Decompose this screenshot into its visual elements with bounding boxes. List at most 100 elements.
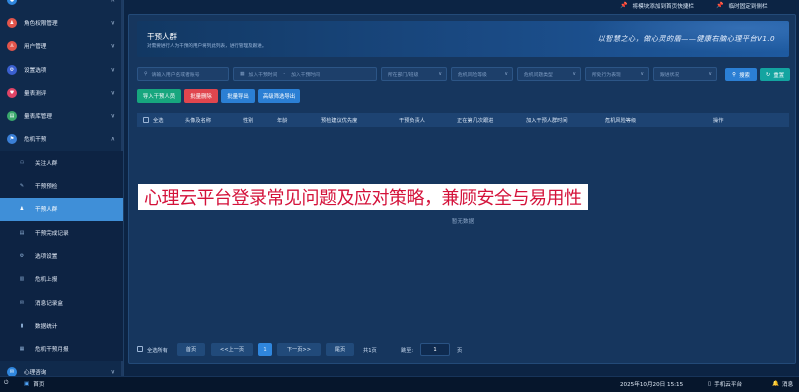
sidebar-item-label: 设置选项 bbox=[24, 67, 47, 74]
select-all-pages-checkbox[interactable] bbox=[137, 346, 143, 353]
table-header: 全选 头像及名称 性别 年龄 预检建议优先度 干预负责人 正在第几次跟进 加入干… bbox=[137, 113, 789, 127]
col-priority: 预检建议优先度 bbox=[321, 118, 358, 124]
sidebar-item-label: 干预完成记录 bbox=[35, 230, 69, 237]
chevron-icon: ∨ bbox=[110, 19, 115, 27]
crisis-icon: ⚑ bbox=[7, 134, 17, 145]
total-pages: 共1页 bbox=[363, 348, 377, 354]
message-box-icon: ✉ bbox=[19, 299, 25, 306]
sidebar-item[interactable]: ♟ 干预人群 bbox=[0, 197, 123, 221]
sidebar-item[interactable]: ●∧ bbox=[0, 0, 123, 11]
col-avatar-name: 头像及名称 bbox=[185, 118, 211, 124]
col-select-all: 全选 bbox=[153, 118, 164, 124]
empty-state-text: 暂无数据 bbox=[451, 219, 475, 225]
sidebar-item[interactable]: ✉ 消息记录盒 bbox=[0, 290, 123, 315]
col-actions: 操作 bbox=[713, 118, 724, 124]
search-input[interactable]: ⚲ 请输入用户名或者账号 bbox=[137, 67, 229, 81]
calendar-icon: ▦ bbox=[240, 71, 245, 77]
counseling-icon: ✉ bbox=[7, 367, 17, 376]
import-button[interactable]: 导入干预人员 bbox=[137, 89, 181, 103]
batch-delete-button[interactable]: 批量删除 bbox=[184, 89, 218, 103]
sidebar-item[interactable]: ⚙ 选项设置 bbox=[0, 244, 123, 268]
search-icon: ⚲ bbox=[732, 71, 737, 78]
sidebar-item[interactable]: ♟ 角色权限管理 ∨ bbox=[0, 11, 123, 34]
col-follow-count: 正在第几次跟进 bbox=[457, 118, 494, 124]
sidebar-item-label: 消息记录盒 bbox=[35, 300, 63, 307]
col-age: 年龄 bbox=[277, 118, 288, 124]
intervention-group-icon: ♟ bbox=[19, 206, 25, 213]
sidebar-item-label: 量表测评 bbox=[24, 90, 47, 97]
monitor-icon: ▣ bbox=[24, 381, 30, 387]
search-placeholder: 请输入用户名或者账号 bbox=[151, 72, 200, 78]
taskbar-home[interactable]: ▣ 首页 bbox=[24, 380, 45, 388]
department-select[interactable]: 所在部门/班级 ∨ bbox=[381, 67, 447, 81]
sidebar-item[interactable]: ✉ 心理咨询 ∨ bbox=[0, 361, 123, 376]
chevron-down-icon: ∨ bbox=[438, 71, 442, 77]
reset-button[interactable]: ↻ 重置 bbox=[760, 68, 790, 81]
issue-type-select[interactable]: 危机问题类型 ∨ bbox=[517, 67, 581, 81]
jump-page-input[interactable]: 1 bbox=[420, 343, 450, 356]
scale-library-icon: ▤ bbox=[7, 111, 17, 122]
chevron-icon: ∨ bbox=[110, 368, 115, 376]
page-description: 对需要进行人为干预的用户将列此列表，进行管理及跟进。 bbox=[147, 44, 267, 49]
sidebar-item[interactable]: ⚑ 危机干预 ∧ bbox=[0, 128, 123, 151]
sidebar-item[interactable]: ♙ 用户管理 ∨ bbox=[0, 35, 123, 58]
last-page-button[interactable]: 尾页 bbox=[326, 343, 354, 356]
sidebar-item-label: 心理咨询 bbox=[24, 370, 47, 376]
pin-sidebar-label: 临时固定到侧栏 bbox=[728, 3, 768, 10]
search-button-label: 搜索 bbox=[739, 72, 750, 79]
prev-page-button[interactable]: <<上一页 bbox=[211, 343, 253, 356]
chevron-down-icon: ∨ bbox=[640, 71, 644, 77]
start-time-placeholder: 加入干预时间 bbox=[248, 72, 278, 78]
risk-level-select[interactable]: 危机风险等级 ∨ bbox=[451, 67, 513, 81]
platform-slogan: 以智慧之心，做心灵的盾——健康右脑心理平台V1.0 bbox=[597, 34, 775, 43]
assessment-icon: ♥ bbox=[7, 87, 17, 98]
next-page-button[interactable]: 下一页>> bbox=[277, 343, 321, 356]
statistics-icon: ▮ bbox=[20, 322, 24, 329]
sidebar-item[interactable]: ⚇ 关注人群 bbox=[0, 151, 123, 175]
sidebar-item[interactable]: ▮ 数据统计 bbox=[0, 314, 123, 338]
monthly-report-icon: ▦ bbox=[19, 346, 25, 353]
select-all-checkbox[interactable] bbox=[143, 117, 149, 124]
sidebar-item[interactable]: ▤ 干预完成记录 bbox=[0, 220, 123, 245]
join-time-range-picker[interactable]: ▦ 加入干预时间 - 加入干预时间 bbox=[233, 67, 377, 81]
search-button[interactable]: ⚲ 搜索 bbox=[725, 68, 757, 81]
col-gender: 性别 bbox=[243, 118, 254, 124]
col-owner: 干预负责人 bbox=[399, 118, 425, 124]
taskbar-mobile[interactable]: ▯ 手机云平台 bbox=[708, 380, 742, 388]
col-risk-level: 危机风险等级 bbox=[605, 118, 637, 124]
risk-level-placeholder: 危机风险等级 bbox=[458, 72, 487, 78]
sidebar-item-label: 危机上报 bbox=[35, 277, 58, 284]
stage-select[interactable]: 所处行为表现 ∨ bbox=[585, 67, 649, 81]
taskbar-home-label: 首页 bbox=[33, 382, 45, 388]
crisis-report-icon: ▥ bbox=[19, 276, 25, 283]
page-title: 干预人群 bbox=[147, 32, 177, 41]
follow-group-icon: ⚇ bbox=[19, 159, 25, 166]
status-select[interactable]: 跟进状况 ∨ bbox=[653, 67, 717, 81]
range-separator: - bbox=[283, 71, 286, 77]
status-placeholder: 跟进状况 bbox=[660, 72, 680, 78]
sidebar-item[interactable]: ▤ 量表库管理 ∨ bbox=[0, 104, 123, 127]
advanced-export-button[interactable]: 高级筛选导出 bbox=[258, 89, 300, 103]
chevron-down-icon: ∨ bbox=[708, 71, 712, 77]
chevron-icon: ∧ bbox=[111, 0, 115, 3]
pin-to-sidebar-button[interactable]: 📌 临时固定到侧栏 bbox=[716, 0, 768, 11]
taskbar-messages[interactable]: 🔔 消息 bbox=[772, 380, 793, 388]
sidebar-item[interactable]: ▦ 危机干预月报 bbox=[0, 337, 123, 361]
sidebar-item[interactable]: ⚙ 设置选项 ∨ bbox=[0, 58, 123, 81]
phone-icon: ▯ bbox=[708, 381, 712, 387]
power-icon[interactable]: ⏻ bbox=[4, 380, 8, 387]
batch-export-button[interactable]: 批量导出 bbox=[221, 89, 255, 103]
reset-icon: ↻ bbox=[765, 71, 771, 78]
sidebar-item[interactable]: ▥ 危机上报 bbox=[0, 267, 123, 291]
sidebar-item-label: 量表库管理 bbox=[24, 114, 52, 121]
completion-record-icon: ▤ bbox=[19, 229, 25, 236]
sidebar-item-label: 选项设置 bbox=[35, 253, 58, 260]
chevron-icon: ∨ bbox=[110, 66, 115, 74]
sidebar-item[interactable]: ✎ 干预预检 bbox=[0, 174, 123, 198]
pre-check-icon: ✎ bbox=[19, 183, 25, 190]
sidebar-item[interactable]: ♥ 量表测评 ∨ bbox=[0, 81, 123, 104]
first-page-button[interactable]: 首页 bbox=[177, 343, 205, 356]
col-join-time: 加入干预人群时间 bbox=[526, 118, 568, 124]
add-to-home-shortcut-button[interactable]: 📌 将模块添加到首页快捷栏 bbox=[620, 0, 694, 11]
page-1-button[interactable]: 1 bbox=[258, 343, 272, 356]
